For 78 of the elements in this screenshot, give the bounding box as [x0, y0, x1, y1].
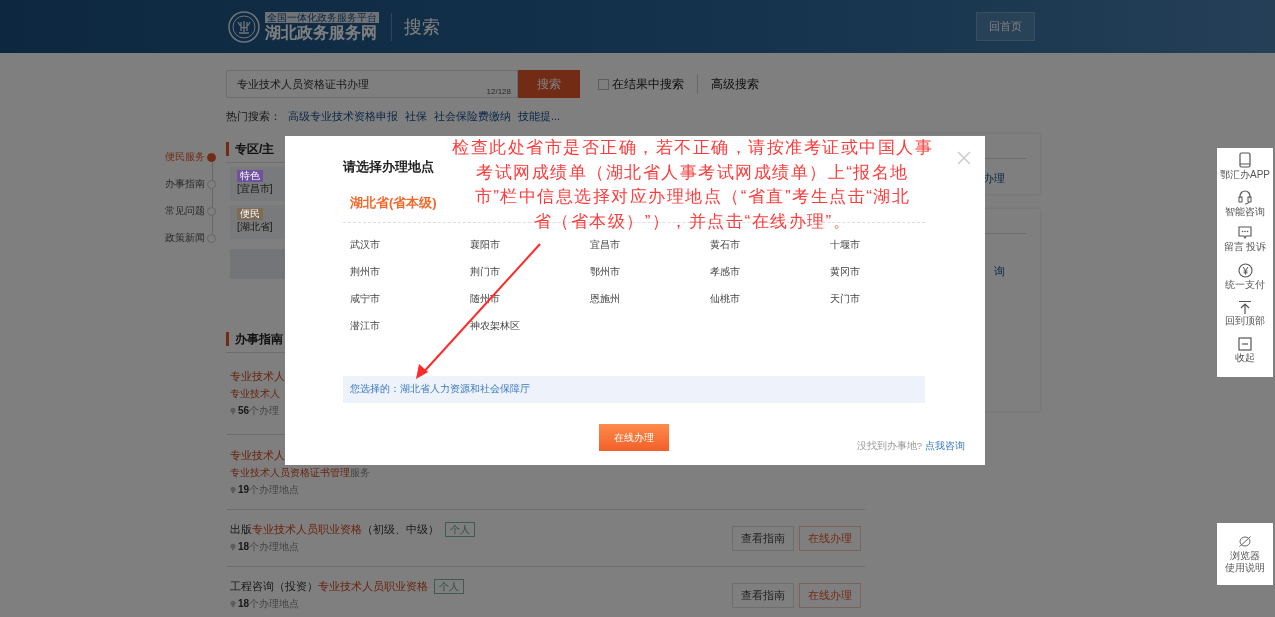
city-option[interactable]: 潜江市 [350, 313, 380, 340]
city-option[interactable]: 恩施州 [590, 286, 620, 313]
toolbar-item[interactable]: 鄂汇办APP [1220, 152, 1270, 189]
province-tab[interactable]: 湖北省(省本级) [350, 194, 437, 212]
hot-search-label: 热门搜索： [226, 109, 281, 124]
annotation-text: 检查此处省市是否正确，若不正确，请按准考证或中国人事 考试网成绩单（湖北省人事考试网成绩单）上“报名地 市”栏中信息选择对应办理地点（“省直”考生点击“湖北 省（省本级）”），并点击“在线办理”。 [452, 137, 933, 233]
arrow-up-icon [1238, 300, 1252, 314]
nav-item[interactable]: 办事指南 [165, 178, 205, 191]
city-option[interactable]: 鄂州市 [590, 259, 620, 286]
checkbox[interactable] [598, 78, 609, 90]
hot-search-link[interactable]: 社会保险费缴纳 [434, 109, 511, 124]
city-option[interactable]: 荆州市 [350, 259, 380, 286]
city-option[interactable]: 天门市 [830, 286, 860, 313]
headset-icon [1238, 189, 1252, 205]
hot-search-link[interactable]: 技能提... [518, 109, 561, 124]
consult-link[interactable]: 点我咨询 [925, 440, 965, 453]
page-title: 搜索 [404, 15, 440, 39]
yuan-icon [1237, 263, 1253, 278]
card-title: [湖北省] [237, 220, 273, 234]
toolbar-item[interactable]: 留言 投诉 [1223, 226, 1267, 263]
search-field[interactable]: 专业技术人员资格证书办理 12/128 [226, 70, 518, 98]
city-option[interactable]: 宜昌市 [590, 232, 620, 259]
toolbar-item[interactable]: 收起 [1235, 337, 1255, 374]
side-link[interactable]: 询 [994, 264, 1005, 279]
nav-item[interactable]: 政策新闻 [165, 232, 205, 245]
location-pin-icon [230, 407, 236, 415]
city-option[interactable]: 孝感市 [710, 259, 740, 286]
audience-tag: 个人 [445, 522, 475, 537]
minus-square-icon [1238, 337, 1252, 351]
advanced-search-link[interactable]: 高级搜索 [711, 75, 759, 93]
city-option[interactable]: 黄石市 [710, 232, 740, 259]
hot-search-link[interactable]: 高级专业技术资格申报 [288, 109, 398, 124]
result-title[interactable]: 工程咨询（投资）专业技术人员职业资格 [230, 579, 428, 594]
result-title[interactable]: 出版专业技术人员职业资格（初级、中级） [230, 522, 439, 537]
close-icon[interactable] [957, 151, 971, 165]
city-option[interactable]: 十堰市 [830, 232, 860, 259]
result-title[interactable]: 专业技术人 [230, 447, 285, 463]
city-option[interactable]: 襄阳市 [470, 232, 500, 259]
city-option[interactable]: 神农架林区 [470, 313, 520, 340]
guide-button[interactable]: 查看指南 [732, 525, 794, 551]
toolbar-item[interactable]: 回到顶部 [1225, 300, 1265, 337]
logo-icon [228, 10, 260, 43]
toolbar-item[interactable]: 智能咨询 [1225, 189, 1265, 226]
category-tag: 特色 [237, 170, 263, 182]
category-tag: 便民 [237, 208, 263, 220]
phone-icon [1239, 152, 1251, 168]
location-pin-icon [230, 543, 236, 551]
card-title: [宜昌市] [237, 182, 273, 196]
help-text: 没找到办事地? [856, 440, 922, 453]
checkbox-label: 在结果中搜索 [612, 75, 684, 93]
character-counter: 12/128 [486, 87, 511, 96]
city-option[interactable]: 咸宁市 [350, 286, 380, 313]
apply-online-button[interactable]: 在线办理 [799, 582, 861, 608]
city-option[interactable]: 荆门市 [470, 259, 500, 286]
toolbar-item[interactable]: 统一支付 [1225, 263, 1265, 300]
hot-search-link[interactable]: 社保 [405, 109, 427, 124]
logo-tagline: 全国一体化政务服务平台 [265, 11, 379, 23]
city-option[interactable]: 仙桃市 [710, 286, 740, 313]
nav-item[interactable]: 常见问题 [165, 205, 205, 218]
apply-online-button[interactable]: 在线办理 [599, 424, 669, 451]
nav-item[interactable]: 便民服务 [165, 151, 205, 164]
dialog-title: 请选择办理地点 [343, 158, 434, 176]
result-subtitle: 专业技术人 [230, 387, 280, 401]
city-option[interactable]: 武汉市 [350, 232, 380, 259]
location-pin-icon [230, 600, 236, 608]
city-option[interactable]: 黄冈市 [830, 259, 860, 286]
browser-help-button[interactable]: 浏览器 使用说明 [1217, 523, 1273, 585]
guide-button[interactable]: 查看指南 [732, 582, 794, 608]
search-button[interactable]: 搜索 [518, 70, 580, 98]
section-heading: 专区/主 [226, 142, 275, 156]
chat-icon [1238, 226, 1252, 240]
result-title[interactable]: 专业技术人 [230, 369, 285, 384]
location-pin-icon [230, 485, 236, 494]
apply-online-button[interactable]: 在线办理 [799, 525, 861, 551]
selection-text: 您选择的：湖北省人力资源和社会保障厅 [343, 376, 925, 403]
audience-tag: 个人 [434, 579, 464, 594]
timeline-dot [207, 153, 216, 162]
site-name: 湖北政务服务网 [265, 23, 378, 42]
